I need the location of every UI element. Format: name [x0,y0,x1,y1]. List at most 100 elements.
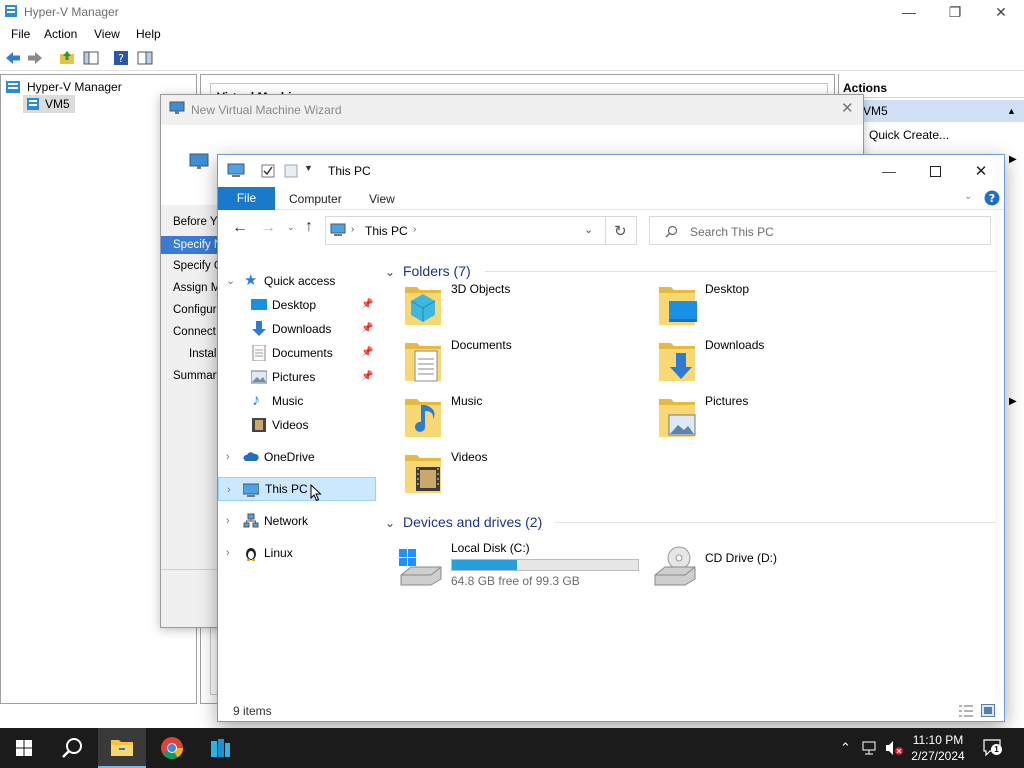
chevron-right-icon[interactable]: › [227,478,231,502]
chevron-right-icon[interactable]: › [226,509,230,533]
large-icons-view-icon[interactable] [981,704,995,717]
folder-tile-pictures[interactable]: Pictures [635,391,885,443]
help-book-icon[interactable]: ? [112,49,130,67]
pin-icon[interactable]: 📌 [361,293,373,317]
folder-icon [405,343,441,382]
explorer-address-row: ← → ⌄ ↑ › This PC › ⌄ ↻ Search This PC [218,211,1004,251]
forward-button[interactable]: → [260,219,276,237]
details-view-icon[interactable] [959,705,973,717]
collapse-up-icon[interactable]: ▲ [1007,100,1016,122]
address-bar[interactable]: › This PC › ⌄ ↻ [325,216,637,245]
explorer-close-button[interactable]: ✕ [958,159,1004,183]
ribbon-view-tab[interactable]: View [369,192,395,206]
submenu-arrow-icon[interactable]: ▶ [1009,154,1017,165]
quick-access-toolbar-dropdown-icon[interactable]: ▼ [304,163,313,173]
close-button[interactable]: ✕ [978,0,1024,24]
breadcrumb-this-pc[interactable]: This PC [365,224,408,238]
chevron-right-icon[interactable]: › [226,445,230,469]
taskbar-chrome[interactable] [148,728,196,768]
tree-item-vm5[interactable]: VM5 [23,95,75,113]
folder-tile-3d-objects[interactable]: 3D Objects [381,279,631,331]
quick-create-action[interactable]: Quick Create... [869,128,949,142]
tree-label-hyperv-manager: Hyper-V Manager [27,80,122,94]
back-button[interactable]: ← [232,219,248,237]
folder-tile-music[interactable]: Music [381,391,631,443]
nav-item-downloads[interactable]: Downloads 📌 [218,317,376,341]
chevron-down-icon: ⌄ [385,265,396,279]
show-hide-tree-icon[interactable] [82,49,100,67]
ribbon-file-tab[interactable]: File [218,187,275,210]
drives-group-header[interactable]: ⌄ Devices and drives (2) [385,511,997,533]
nav-item-documents[interactable]: Documents 📌 [218,341,376,365]
folder-tile-documents[interactable]: Documents [381,335,631,387]
expand-ribbon-icon[interactable]: ⌄ [964,191,972,202]
up-folder-icon[interactable] [58,49,76,67]
nav-item-videos[interactable]: Videos [218,413,376,437]
restore-button[interactable]: ❐ [932,0,978,24]
nav-this-pc[interactable]: › This PC [218,477,376,502]
nav-quick-access[interactable]: ⌄ ★ Quick access [218,269,376,293]
explorer-minimize-button[interactable]: — [866,159,912,183]
wizard-close-button[interactable]: ✕ [841,99,854,117]
drive-name: CD Drive (D:) [705,551,777,565]
pin-icon[interactable]: 📌 [361,365,373,389]
folder-tile-videos[interactable]: Videos [381,447,631,499]
nav-onedrive[interactable]: › OneDrive [218,445,376,469]
properties-icon[interactable] [260,163,276,179]
actions-group-vm5[interactable]: VM5 ▲ [839,100,1024,122]
up-button[interactable]: ↑ [305,218,313,236]
folder-icon [111,740,133,756]
search-button[interactable] [48,728,96,768]
menu-action[interactable]: Action [44,27,77,41]
nav-linux[interactable]: › Linux [218,541,376,565]
menu-view[interactable]: View [94,27,120,41]
hard-drive-windows-icon [399,549,442,586]
notification-center-button[interactable]: 1 [982,738,1002,758]
help-icon[interactable]: ? [984,190,1000,206]
breadcrumb-separator-icon[interactable]: › [413,224,416,235]
folder-tile-desktop[interactable]: Desktop [635,279,885,331]
system-clock[interactable]: 11:10 PM 2/27/2024 [906,732,970,764]
tray-overflow-chevron-icon[interactable]: ⌃ [840,740,851,756]
mouse-cursor-icon [310,484,322,502]
search-input[interactable]: Search This PC [649,216,991,245]
wizard-step-specify-name[interactable]: Specify Name and Location [161,236,219,254]
folder-tile-downloads[interactable]: Downloads [635,335,885,387]
drive-local-disk-c[interactable]: Local Disk (C:) 64.8 GB free of 99.3 GB [381,541,641,591]
minimize-button[interactable]: — [886,0,932,24]
pin-icon[interactable]: 📌 [361,317,373,341]
menu-help[interactable]: Help [136,27,161,41]
wizard-step-installation-options[interactable]: Installation Options [189,348,219,360]
start-button[interactable] [0,728,48,768]
network-tray-icon[interactable] [862,741,880,755]
file-explorer-window: ▼ This PC — ✕ File Computer View ⌄ ? ← →… [217,154,1005,722]
chevron-right-icon[interactable]: › [226,541,230,565]
forward-arrow-icon[interactable] [26,49,44,67]
address-dropdown-icon[interactable]: ⌄ [584,223,593,236]
refresh-icon[interactable]: ↻ [614,222,627,240]
folder-name: Videos [451,450,488,464]
nav-item-music[interactable]: ♪ Music [218,389,376,413]
folder-icon [659,399,696,437]
ribbon-computer-tab[interactable]: Computer [289,192,342,206]
explorer-maximize-button[interactable] [912,159,958,183]
drive-cd-d[interactable]: CD Drive (D:) [635,541,895,591]
menu-file[interactable]: File [11,27,30,41]
taskbar-file-explorer[interactable] [98,728,146,768]
breadcrumb-separator-icon[interactable]: › [351,224,354,235]
pin-icon[interactable]: 📌 [361,341,373,365]
volume-muted-icon[interactable] [884,740,904,756]
taskbar-hyperv-manager[interactable] [196,728,244,768]
hyperv-manager-icon [6,81,20,93]
nav-network[interactable]: › Network [218,509,376,533]
show-hide-action-pane-icon[interactable] [136,49,154,67]
folder-name: 3D Objects [451,282,511,296]
new-folder-icon[interactable] [284,163,298,179]
folder-name: Documents [451,338,512,352]
back-arrow-icon[interactable] [4,49,22,67]
nav-item-pictures[interactable]: Pictures 📌 [218,365,376,389]
chevron-down-icon[interactable]: ⌄ [226,269,235,293]
nav-item-desktop[interactable]: Desktop 📌 [218,293,376,317]
recent-locations-button[interactable]: ⌄ [287,222,295,233]
submenu-arrow-icon[interactable]: ▶ [1009,396,1017,407]
